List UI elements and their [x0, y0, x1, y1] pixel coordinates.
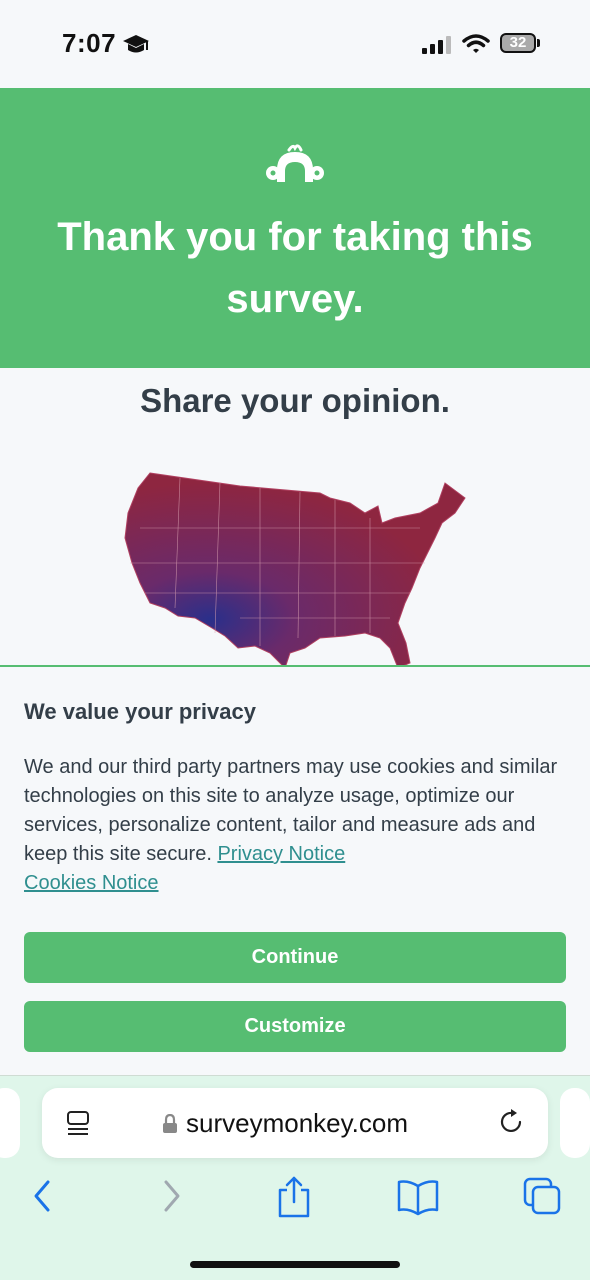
- bookmarks-icon[interactable]: [396, 1176, 440, 1221]
- cookie-consent-banner: We value your privacy We and our third p…: [0, 665, 590, 1075]
- url-text: surveymonkey.com: [186, 1108, 409, 1138]
- browser-chrome: surveymonkey.com: [0, 1075, 590, 1280]
- privacy-description: We and our third party partners may use …: [24, 753, 566, 898]
- next-tab-card[interactable]: [560, 1088, 590, 1158]
- tabs-icon[interactable]: [522, 1176, 562, 1221]
- status-bar: 7:07 32: [0, 0, 590, 88]
- back-icon[interactable]: [30, 1176, 54, 1221]
- page-title: Thank you for taking this survey.: [57, 215, 533, 321]
- share-opinion-heading: Share your opinion.: [140, 382, 450, 419]
- browser-toolbar: [0, 1176, 590, 1220]
- home-indicator: [190, 1261, 400, 1268]
- signal-icon: [422, 36, 452, 59]
- reload-icon[interactable]: [498, 1108, 526, 1141]
- battery-level: 32: [509, 34, 527, 51]
- us-map-image: [124, 472, 466, 666]
- survey-content: Share your opinion.: [0, 368, 590, 666]
- forward-icon[interactable]: [160, 1176, 184, 1221]
- battery-icon: 32: [500, 33, 540, 53]
- reader-icon[interactable]: [66, 1110, 92, 1141]
- thank-you-header: Thank you for taking this survey.: [0, 88, 590, 368]
- privacy-title: We value your privacy: [24, 699, 256, 724]
- customize-button[interactable]: Customize: [24, 1001, 566, 1052]
- status-time: 7:07: [62, 28, 117, 58]
- share-icon[interactable]: [276, 1176, 312, 1223]
- address-bar[interactable]: surveymonkey.com: [42, 1088, 548, 1158]
- surveymonkey-logo-icon: [265, 144, 325, 191]
- wifi-icon: [462, 33, 490, 60]
- lock-icon: [162, 1113, 178, 1139]
- privacy-notice-link[interactable]: Privacy Notice: [217, 843, 345, 865]
- graduation-cap-icon: [122, 33, 150, 62]
- cookies-notice-link[interactable]: Cookies Notice: [24, 872, 159, 894]
- previous-tab-card[interactable]: [0, 1088, 20, 1158]
- continue-button[interactable]: Continue: [24, 932, 566, 983]
